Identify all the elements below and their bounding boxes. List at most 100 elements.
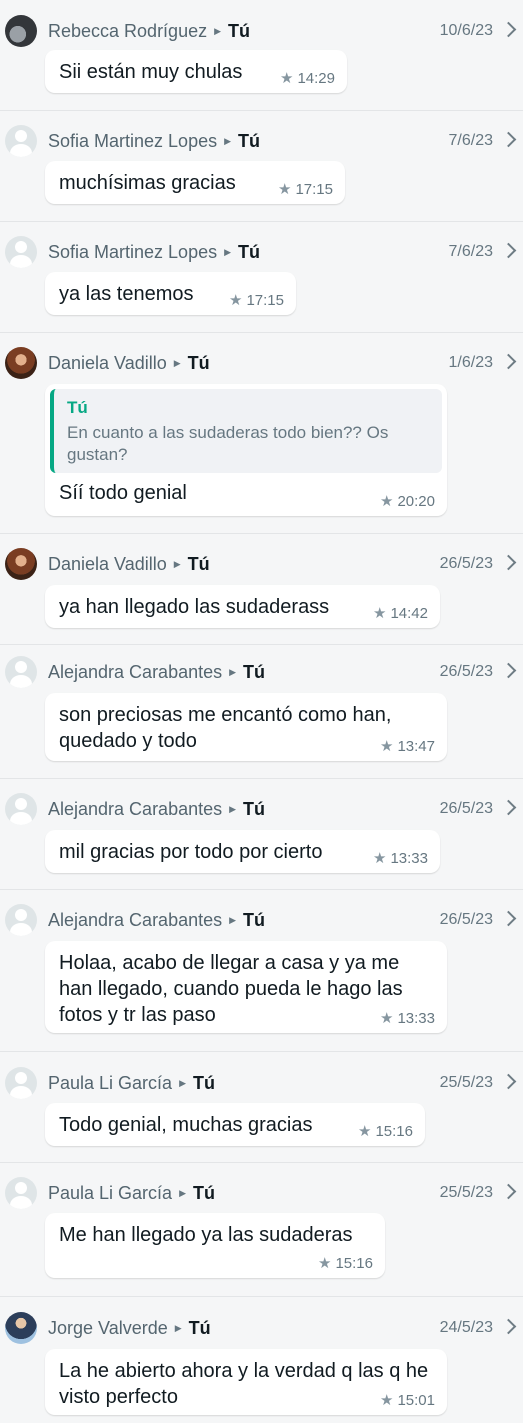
default-avatar-icon[interactable] [5, 236, 37, 268]
message-header[interactable]: Sofia Martinez Lopes ▶ Tú 7/6/23 [0, 124, 523, 160]
message-bubble[interactable]: La he abierto ahora y la verdad q las q … [45, 1349, 447, 1415]
message-header[interactable]: Jorge Valverde ▶ Tú 24/5/23 [0, 1311, 523, 1347]
message-bubble[interactable]: Me han llegado ya las sudaderas ★ 15:16 [45, 1213, 385, 1278]
message-bubble[interactable]: ya han llegado las sudaderass ★ 14:42 [45, 585, 440, 628]
arrow-right-icon: ▶ [173, 559, 181, 569]
message-time: 15:16 [335, 1255, 373, 1272]
message-date: 26/5/23 [439, 663, 493, 680]
star-icon: ★ [380, 1010, 394, 1027]
avatar[interactable] [5, 1312, 37, 1344]
starred-message-item[interactable]: Paula Li García ▶ Tú 25/5/23 Me han llegad… [0, 1162, 523, 1296]
message-meta: ★ 15:16 [358, 1122, 413, 1140]
recipient-name: Tú [238, 242, 261, 262]
avatar[interactable] [5, 548, 37, 580]
sender-line: Rebecca Rodríguez ▶ Tú [48, 21, 250, 42]
chevron-right-icon[interactable] [500, 353, 517, 370]
chevron-right-icon[interactable] [500, 242, 517, 259]
sender-name: Paula Li García [48, 1073, 173, 1093]
starred-message-item[interactable]: Jorge Valverde ▶ Tú 24/5/23 La he abierto … [0, 1296, 523, 1423]
star-icon: ★ [280, 70, 294, 87]
default-avatar-icon[interactable] [5, 125, 37, 157]
chevron-right-icon[interactable] [500, 1073, 517, 1090]
avatar[interactable] [5, 347, 37, 379]
message-bubble[interactable]: Tú En cuanto a las sudaderas todo bien??… [45, 384, 447, 516]
recipient-name: Tú [243, 662, 266, 682]
chevron-right-icon[interactable] [500, 131, 517, 148]
chevron-right-icon[interactable] [500, 21, 517, 38]
starred-message-item[interactable]: Daniela Vadillo ▶ Tú 1/6/23 Tú En cuanto a… [0, 332, 523, 533]
chevron-right-icon[interactable] [500, 1183, 517, 1200]
message-meta: ★ 20:20 [380, 492, 435, 510]
starred-messages-list: Rebecca Rodríguez ▶ Tú 10/6/23 Sii están m… [0, 0, 523, 1423]
message-bubble[interactable]: muchísimas gracias ★ 17:15 [45, 161, 345, 204]
starred-message-item[interactable]: Alejandra Carabantes ▶ Tú 26/5/23 son prec… [0, 644, 523, 778]
message-bubble[interactable]: son preciosas me encantó como han, queda… [45, 693, 447, 761]
message-text: Me han llegado ya las sudaderas [59, 1224, 353, 1246]
message-date: 25/5/23 [439, 1074, 493, 1091]
arrow-right-icon: ▶ [174, 1323, 182, 1333]
recipient-name: Tú [243, 799, 266, 819]
message-bubble[interactable]: Holaa, acabo de llegar a casa y ya me ha… [45, 941, 447, 1033]
message-meta: ★ 17:15 [229, 291, 284, 309]
message-meta: ★ 13:47 [380, 737, 435, 755]
message-header[interactable]: Daniela Vadillo ▶ Tú 1/6/23 [0, 346, 523, 382]
starred-message-item[interactable]: Sofia Martinez Lopes ▶ Tú 7/6/23 muchísima… [0, 110, 523, 221]
starred-message-item[interactable]: Paula Li García ▶ Tú 25/5/23 Todo genial, … [0, 1051, 523, 1162]
recipient-name: Tú [193, 1073, 215, 1093]
sender-name: Alejandra Carabantes [48, 662, 223, 682]
message-text: Sii están muy chulas [59, 61, 243, 83]
chevron-right-icon[interactable] [500, 554, 517, 571]
star-icon: ★ [229, 292, 243, 309]
chevron-right-icon[interactable] [500, 910, 517, 927]
sender-line: Sofia Martinez Lopes ▶ Tú [48, 242, 260, 263]
sender-name: Daniela Vadillo [48, 554, 167, 574]
default-avatar-icon[interactable] [5, 1067, 37, 1099]
default-avatar-icon[interactable] [5, 904, 37, 936]
message-time: 17:15 [246, 292, 284, 309]
sender-line: Alejandra Carabantes ▶ Tú [48, 910, 265, 931]
message-header[interactable]: Alejandra Carabantes ▶ Tú 26/5/23 [0, 903, 523, 939]
default-avatar-icon[interactable] [5, 656, 37, 688]
message-date: 25/5/23 [439, 1184, 493, 1201]
message-text: son preciosas me encantó como han, queda… [59, 704, 392, 752]
message-header[interactable]: Daniela Vadillo ▶ Tú 26/5/23 [0, 547, 523, 583]
message-bubble[interactable]: mil gracias por todo por cierto ★ 13:33 [45, 830, 440, 873]
message-header[interactable]: Paula Li García ▶ Tú 25/5/23 [0, 1176, 523, 1212]
chevron-right-icon[interactable] [500, 1318, 517, 1335]
message-date: 7/6/23 [448, 243, 493, 260]
avatar[interactable] [5, 15, 37, 47]
message-header[interactable]: Alejandra Carabantes ▶ Tú 26/5/23 [0, 655, 523, 691]
message-time: 15:16 [375, 1123, 413, 1140]
chevron-right-icon[interactable] [500, 799, 517, 816]
message-time: 13:33 [390, 850, 428, 867]
starred-message-item[interactable]: Daniela Vadillo ▶ Tú 26/5/23 ya han llegad… [0, 533, 523, 644]
message-bubble[interactable]: Todo genial, muchas gracias ★ 15:16 [45, 1103, 425, 1146]
message-header[interactable]: Rebecca Rodríguez ▶ Tú 10/6/23 [0, 14, 523, 50]
default-avatar-icon[interactable] [5, 793, 37, 825]
message-header[interactable]: Sofia Martinez Lopes ▶ Tú 7/6/23 [0, 235, 523, 271]
arrow-right-icon: ▶ [229, 804, 237, 814]
starred-message-item[interactable]: Alejandra Carabantes ▶ Tú 26/5/23 Holaa, a… [0, 889, 523, 1051]
message-text: ya las tenemos [59, 283, 194, 305]
message-meta: ★ 17:15 [278, 180, 333, 198]
sender-line: Jorge Valverde ▶ Tú [48, 1318, 211, 1339]
message-header[interactable]: Alejandra Carabantes ▶ Tú 26/5/23 [0, 792, 523, 828]
message-meta: ★ 14:29 [280, 69, 335, 87]
chevron-right-icon[interactable] [500, 662, 517, 679]
message-header[interactable]: Paula Li García ▶ Tú 25/5/23 [0, 1066, 523, 1102]
star-icon: ★ [278, 181, 292, 198]
message-time: 13:47 [397, 738, 435, 755]
starred-message-item[interactable]: Rebecca Rodríguez ▶ Tú 10/6/23 Sii están m… [0, 10, 523, 110]
arrow-right-icon: ▶ [229, 667, 237, 677]
starred-message-item[interactable]: Alejandra Carabantes ▶ Tú 26/5/23 mil grac… [0, 778, 523, 889]
quoted-message[interactable]: Tú En cuanto a las sudaderas todo bien??… [50, 389, 442, 473]
message-bubble[interactable]: ya las tenemos ★ 17:15 [45, 272, 296, 315]
star-icon: ★ [380, 493, 394, 510]
star-icon: ★ [380, 1392, 394, 1409]
message-date: 24/5/23 [439, 1319, 493, 1336]
message-bubble[interactable]: Sii están muy chulas ★ 14:29 [45, 50, 347, 93]
default-avatar-icon[interactable] [5, 1177, 37, 1209]
message-date: 7/6/23 [448, 132, 493, 149]
starred-message-item[interactable]: Sofia Martinez Lopes ▶ Tú 7/6/23 ya las te… [0, 221, 523, 332]
sender-name: Sofia Martinez Lopes [48, 131, 218, 151]
